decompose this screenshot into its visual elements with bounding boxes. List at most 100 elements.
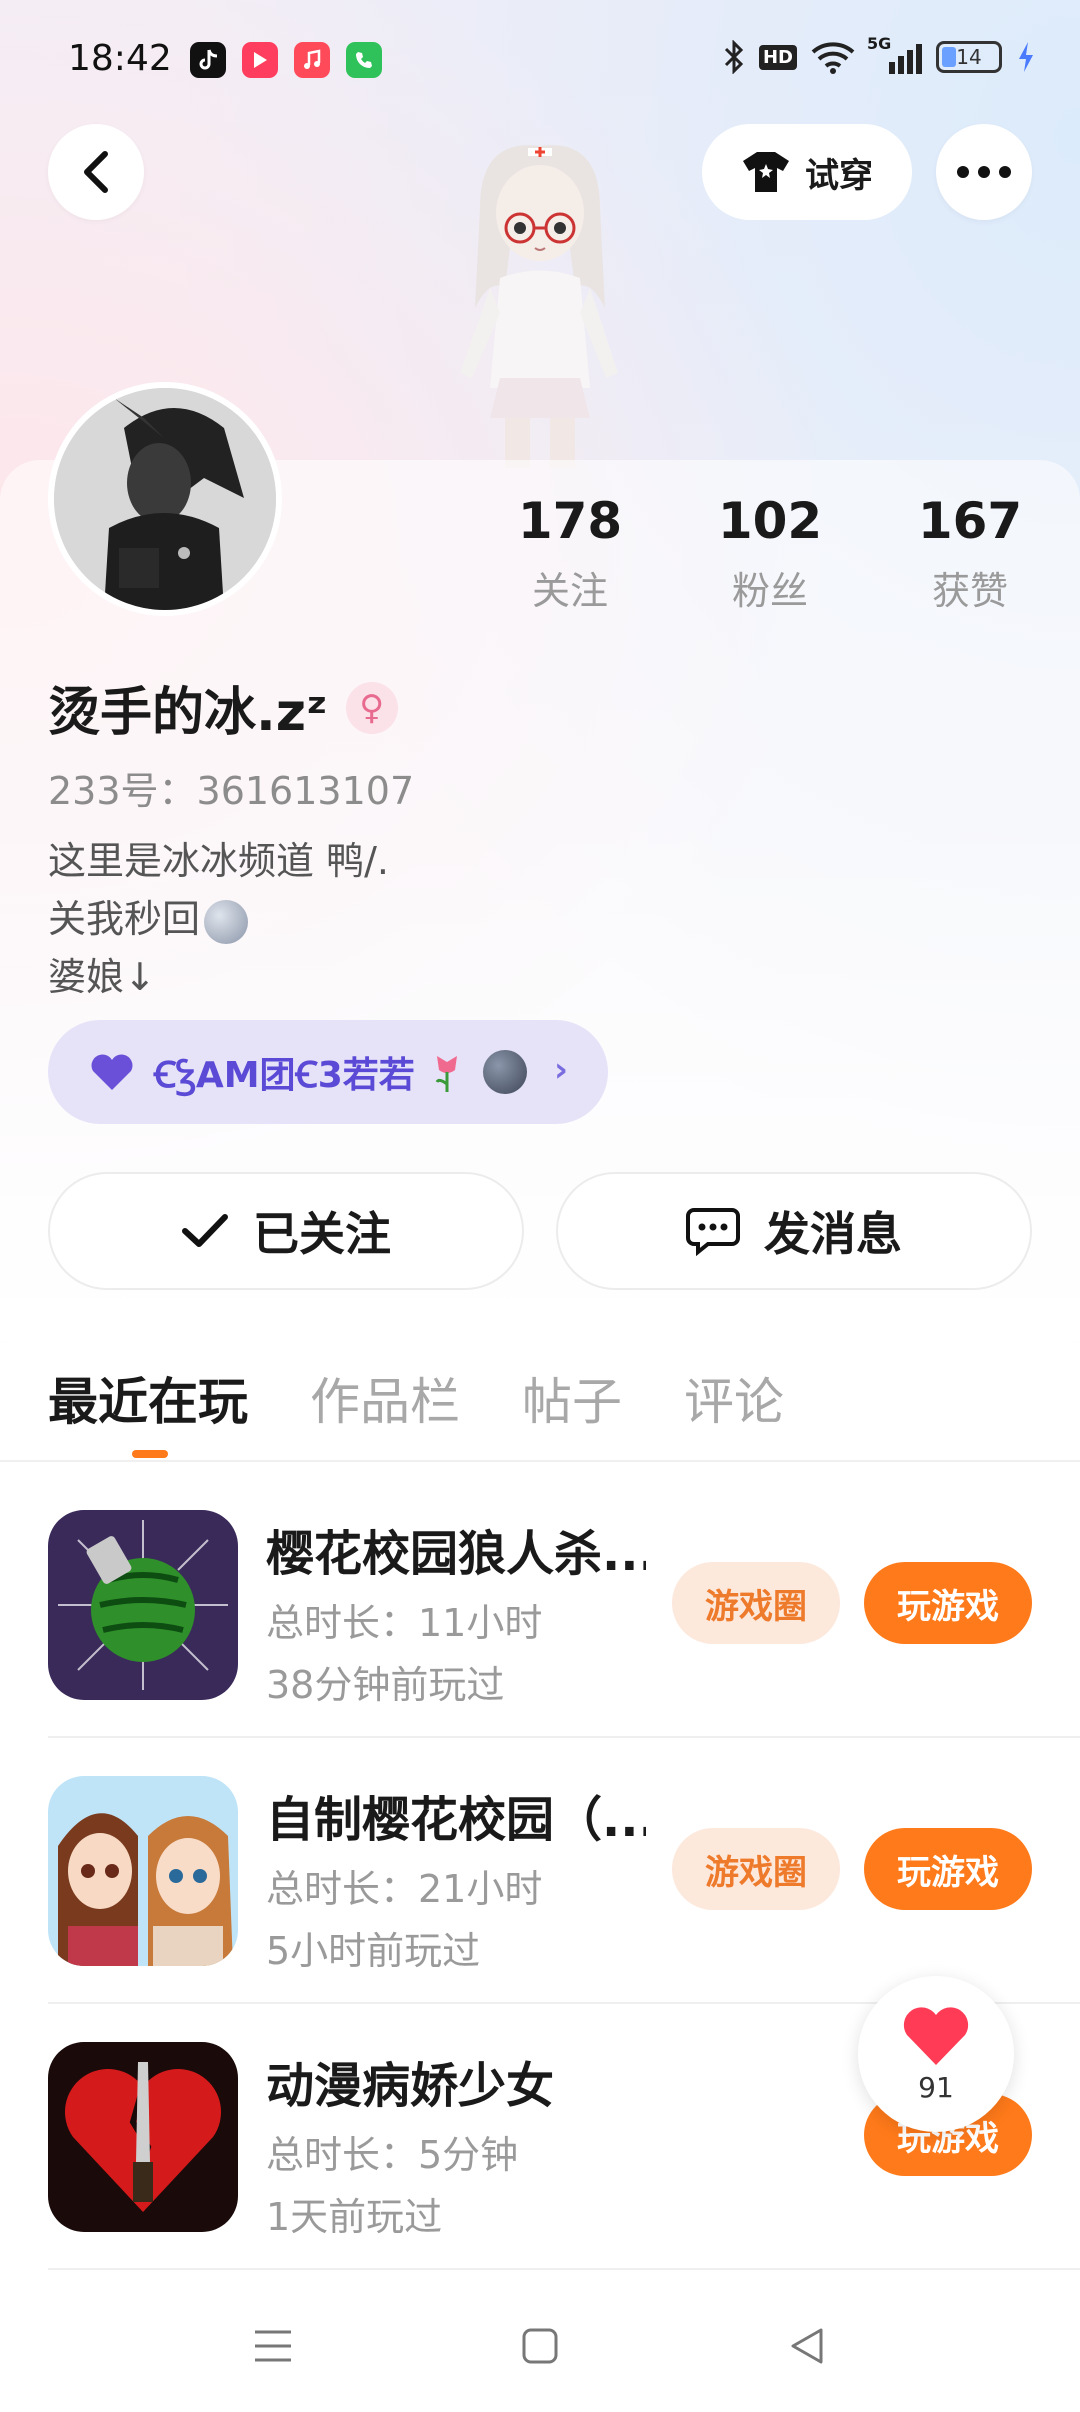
bio-line-2: 关我秒回 [48, 897, 201, 941]
play-game-button[interactable]: 玩游戏 [864, 1562, 1032, 1644]
bio: 这里是冰冰频道 鸭/. 关我秒回 婆娘↓ [48, 832, 389, 1006]
tiktok-icon [190, 42, 226, 78]
tab-posts[interactable]: 帖子 [522, 1362, 622, 1434]
user-id[interactable]: 233号：361613107 [48, 760, 414, 815]
menu-nav-button[interactable] [243, 2316, 303, 2376]
bluetooth-icon [724, 40, 744, 74]
game-last-played: 5小时前玩过 [266, 1929, 481, 1973]
game-icon-anime-girls[interactable] [48, 1776, 238, 1966]
game-duration: 总时长：11小时 [266, 1601, 543, 1645]
send-message-label: 发消息 [764, 1207, 902, 1261]
tab-label: 作品栏 [310, 1373, 460, 1431]
network-type: 5G [867, 34, 892, 53]
following-count: 178 [517, 492, 623, 550]
back-button[interactable] [48, 124, 144, 220]
try-on-label: 试穿 [805, 155, 873, 196]
menu-icon [255, 2330, 292, 2362]
group-chip[interactable]: ꞒꝢAM团Ꞓ3若若 › [48, 1020, 608, 1124]
tshirt-icon [743, 152, 789, 192]
more-button[interactable] [936, 124, 1032, 220]
charging-icon [1019, 42, 1033, 72]
game-list-item[interactable]: 樱花校园狼人杀... 总时长：11小时 38分钟前玩过 游戏圈 玩游戏 [0, 1510, 1080, 1774]
chat-bubble-icon [686, 1208, 740, 1256]
game-duration: 总时长：5分钟 [266, 2133, 519, 2177]
bio-line-2-wrap: 关我秒回 [48, 890, 389, 948]
game-title: 自制樱花校园（... [266, 1792, 646, 1848]
followed-button[interactable]: 已关注 [48, 1172, 524, 1290]
game-title: 动漫病娇少女 [266, 2058, 555, 2114]
status-right: HD 5G 14 [723, 34, 1036, 74]
tab-recently-played[interactable]: 最近在玩 [48, 1362, 248, 1458]
send-message-button[interactable]: 发消息 [556, 1172, 1032, 1290]
try-on-button[interactable]: 试穿 [702, 124, 912, 220]
bio-line-1: 这里是冰冰频道 鸭/. [48, 839, 389, 883]
followed-label: 已关注 [253, 1207, 391, 1261]
chevron-left-icon [84, 151, 108, 193]
status-time: 18:42 [68, 38, 172, 79]
check-icon [182, 1214, 228, 1247]
avatar-character[interactable] [440, 138, 640, 468]
play-game-button[interactable]: 玩游戏 [864, 1828, 1032, 1910]
game-last-played: 38分钟前玩过 [266, 1663, 505, 1707]
likes-label: 获赞 [931, 569, 1008, 613]
tab-works[interactable]: 作品栏 [310, 1362, 460, 1434]
avatar-image [54, 388, 276, 610]
list-divider [48, 2268, 1080, 2270]
female-icon: ♀ [345, 681, 398, 734]
following-label: 关注 [531, 569, 608, 613]
followers-count: 102 [717, 492, 823, 550]
stat-followers[interactable]: 102 粉丝 [670, 492, 870, 615]
wifi-icon [811, 42, 855, 74]
game-duration: 总时长：21小时 [266, 1867, 543, 1911]
tab-label: 帖子 [522, 1373, 622, 1431]
tabs-divider [0, 1460, 1080, 1462]
heart-icon [903, 2006, 969, 2065]
home-square-icon [522, 2328, 558, 2364]
video-icon [242, 42, 278, 78]
back-nav-button[interactable] [777, 2316, 837, 2376]
back-triangle-icon [791, 2328, 823, 2364]
profile-page: 18:42 HD 5G 14 试穿 178 关注 102 粉丝 167 获赞 烫… [0, 0, 1080, 2412]
avatar[interactable] [48, 382, 282, 616]
game-circle-button[interactable]: 游戏圈 [672, 1828, 840, 1910]
signal-icon: 5G [867, 34, 922, 74]
tab-label: 评论 [684, 1373, 784, 1431]
status-app-icons [190, 42, 382, 78]
like-count: 91 [918, 2070, 954, 2104]
game-title: 樱花校园狼人杀... [266, 1526, 646, 1582]
game-last-played: 1天前玩过 [266, 2195, 443, 2239]
list-divider [48, 1736, 1080, 1738]
home-nav-button[interactable] [510, 2316, 570, 2376]
moon-emoji-icon [482, 1050, 527, 1094]
like-fab[interactable]: 91 [858, 1976, 1014, 2132]
moon-emoji-icon [204, 899, 249, 944]
tab-label: 最近在玩 [48, 1373, 248, 1431]
status-bar: 18:42 HD 5G 14 [0, 0, 1080, 124]
chevron-right-icon: › [553, 1050, 568, 1090]
profile-tabs: 最近在玩 作品栏 帖子 评论 [48, 1362, 784, 1458]
more-dots-icon [957, 166, 1011, 178]
battery-level: 14 [956, 45, 982, 69]
likes-count: 167 [917, 492, 1023, 550]
game-meta: 总时长：21小时 5小时前玩过 [266, 1858, 542, 1982]
profile-stats: 178 关注 102 粉丝 167 获赞 [470, 492, 1070, 615]
followers-label: 粉丝 [731, 569, 808, 613]
username-row: 烫手的冰.zᶻ ♀ [48, 670, 398, 745]
phone-icon [346, 42, 382, 78]
game-meta: 总时长：5分钟 1天前玩过 [266, 2124, 518, 2248]
game-icon-watermelon[interactable] [48, 1510, 238, 1700]
game-meta: 总时长：11小时 38分钟前玩过 [266, 1592, 542, 1716]
active-tab-indicator [132, 1450, 168, 1458]
tab-comments[interactable]: 评论 [684, 1362, 784, 1434]
battery-icon: 14 [936, 41, 1002, 73]
music-icon [294, 42, 330, 78]
bio-line-3: 婆娘↓ [48, 955, 156, 999]
username: 烫手的冰.zᶻ [48, 683, 328, 743]
tulip-icon [435, 1056, 457, 1092]
system-nav-bar [0, 2280, 1080, 2412]
stat-following[interactable]: 178 关注 [470, 492, 670, 615]
stat-likes[interactable]: 167 获赞 [870, 492, 1070, 615]
heart-icon [91, 1054, 133, 1090]
game-circle-button[interactable]: 游戏圈 [672, 1562, 840, 1644]
game-icon-broken-heart[interactable] [48, 2042, 238, 2232]
